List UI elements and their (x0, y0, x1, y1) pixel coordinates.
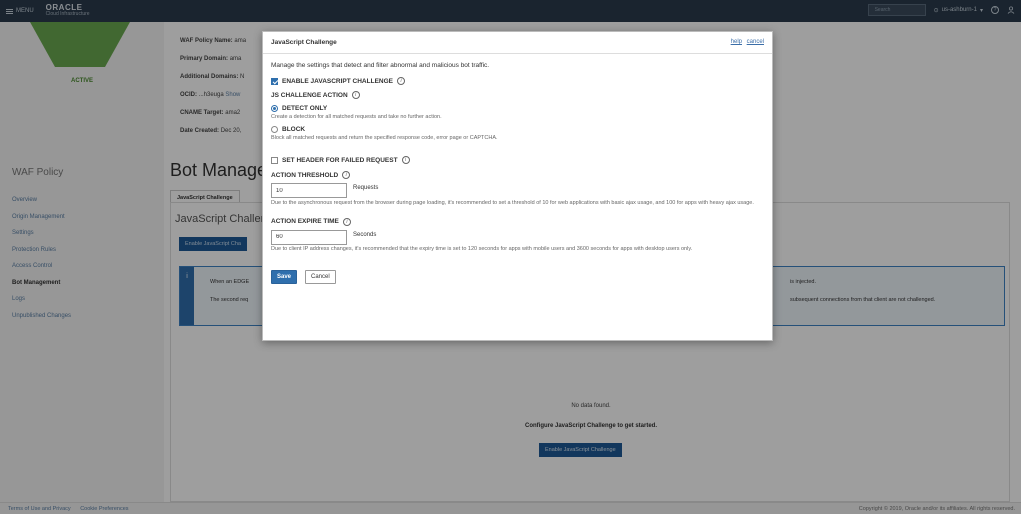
detect-only-label: DETECT ONLY (282, 104, 328, 112)
detect-only-radio[interactable] (271, 104, 278, 112)
expire-description: Due to client IP address changes, it's r… (271, 245, 693, 252)
action-threshold-label: ACTION THRESHOLD (271, 171, 339, 179)
info-icon[interactable]: i (401, 156, 410, 164)
block-label: BLOCK (282, 125, 306, 133)
dialog-description: Manage the settings that detect and filt… (271, 62, 490, 69)
dialog-actions: Save Cancel (271, 270, 766, 284)
js-challenge-action-label: JS CHALLENGE ACTION (271, 91, 348, 99)
block-radio[interactable] (271, 125, 278, 133)
expire-heading-row: ACTION EXPIRE TIME i (271, 217, 766, 227)
enable-javascript-challenge-checkbox[interactable] (271, 77, 278, 85)
action-threshold-input[interactable] (271, 183, 347, 198)
info-icon[interactable]: i (342, 217, 351, 226)
action-expire-time-input[interactable] (271, 229, 347, 245)
enable-label: ENABLE JAVASCRIPT CHALLENGE (282, 77, 393, 85)
cancel-link[interactable]: cancel (747, 39, 764, 45)
detect-only-description: Create a detection for all matched reque… (271, 114, 442, 120)
help-link[interactable]: help (731, 39, 742, 45)
action-heading-row: JS CHALLENGE ACTION i (271, 90, 766, 100)
dialog-title: JavaScript Challenge (271, 39, 337, 46)
threshold-input-row: Requests (271, 183, 766, 198)
set-header-row: SET HEADER FOR FAILED REQUEST i (271, 155, 766, 165)
expire-unit: Seconds (353, 231, 377, 238)
threshold-heading-row: ACTION THRESHOLD i (271, 170, 766, 180)
dialog-header: JavaScript Challenge help cancel (263, 32, 772, 54)
block-row: BLOCK (271, 124, 766, 134)
dialog-header-links: help cancel (728, 39, 764, 45)
info-icon[interactable]: i (342, 171, 351, 179)
threshold-description: Due to the asynchronous request from the… (271, 200, 754, 206)
threshold-unit: Requests (353, 185, 379, 191)
enable-row: ENABLE JAVASCRIPT CHALLENGE i (271, 76, 766, 86)
action-expire-time-label: ACTION EXPIRE TIME (271, 218, 339, 225)
save-button[interactable]: Save (271, 270, 298, 284)
set-header-label: SET HEADER FOR FAILED REQUEST (282, 156, 398, 164)
set-header-checkbox[interactable] (271, 156, 278, 164)
info-icon[interactable]: i (397, 77, 405, 85)
dialog-body: Manage the settings that detect and filt… (271, 62, 766, 284)
expire-input-row: Seconds (271, 229, 766, 245)
cancel-button[interactable]: Cancel (305, 270, 336, 284)
info-icon[interactable]: i (351, 91, 360, 99)
block-description: Block all matched requests and return th… (271, 135, 498, 141)
javascript-challenge-dialog: JavaScript Challenge help cancel Manage … (262, 31, 773, 341)
detect-only-row: DETECT ONLY (271, 103, 766, 113)
